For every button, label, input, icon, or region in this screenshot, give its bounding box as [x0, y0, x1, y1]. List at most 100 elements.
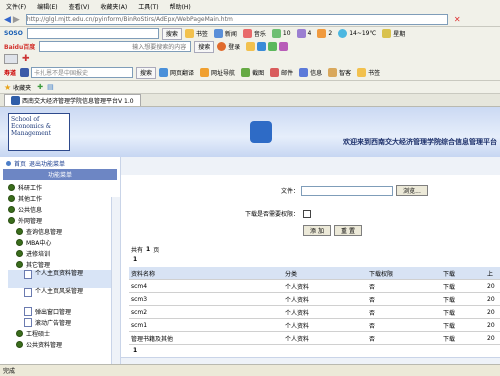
toolbar1-item[interactable]: 4	[296, 29, 311, 38]
upload-date: 20	[485, 279, 500, 293]
sidebar-item-popup[interactable]: 弹出窗口管理	[8, 306, 120, 317]
resource-name[interactable]: scm3	[129, 292, 283, 306]
toolbar1-item[interactable]: 新闻	[213, 29, 237, 38]
address-input[interactable]: http://glgl.mjtt.edu.cn/pyinform/BinRoSt…	[25, 14, 448, 25]
sidebar-item-training[interactable]: 进修培训	[8, 248, 120, 259]
download-link[interactable]: 下载	[441, 305, 485, 319]
feed-icon[interactable]: ▤	[47, 83, 54, 91]
chat-icon	[317, 29, 327, 38]
sidebar-item-profile-data[interactable]: 个人主页资料管理	[8, 270, 120, 288]
download-link[interactable]: 下载	[441, 331, 485, 345]
browse-button[interactable]: 浏览...	[396, 185, 428, 196]
favorites-button[interactable]: 收藏夹	[13, 83, 31, 92]
sidebar-item-external[interactable]: 外网管理	[8, 215, 120, 226]
sidebar-item-public-info[interactable]: 公共信息	[8, 204, 120, 215]
menu-file[interactable]: 文件(F)	[6, 2, 26, 11]
exit-menu-link[interactable]: 退出功能菜单	[29, 159, 65, 168]
login-item[interactable]: 登录	[217, 42, 240, 51]
resource-name[interactable]: scm1	[129, 318, 283, 332]
globe-icon[interactable]	[257, 42, 267, 51]
sidebar: 首页 退出功能菜单 功能菜单 科研工作 其他工作 公共信息 外网管理 查询信息管…	[0, 157, 121, 364]
sidebar-top-links: 首页 退出功能菜单	[0, 157, 120, 169]
favorites-star-icon[interactable]: ★	[4, 83, 11, 92]
app-icon[interactable]	[279, 42, 289, 51]
forward-icon[interactable]: ▶	[13, 15, 20, 25]
file-input[interactable]	[301, 185, 393, 196]
search-toolbar: 寿道 卡扎恩不是中国报史 搜索 网页翻译 网址导航 截图 邮件 信息 智客 书签	[0, 65, 500, 81]
menu-edit[interactable]: 编辑(E)	[37, 2, 57, 11]
search-engine-icon[interactable]	[20, 68, 30, 77]
toolbar1-item[interactable]: 10	[271, 29, 291, 38]
footer-page-number[interactable]: 1	[133, 347, 137, 354]
sidebar-item-query-info[interactable]: 查询信息管理	[8, 226, 120, 237]
resource-name[interactable]: scm2	[129, 305, 283, 319]
toolbar1-item[interactable]: 书签	[184, 29, 208, 38]
status-text: 完成	[3, 368, 16, 375]
resource-name[interactable]: scm4	[129, 279, 283, 293]
leaf-icon[interactable]	[268, 42, 278, 51]
upload-date: 20	[485, 292, 500, 306]
toolbar1-item[interactable]: 星期	[382, 29, 405, 38]
toolbar1-item[interactable]: 2	[317, 29, 332, 38]
sidebar-item-mba[interactable]: MBA中心	[8, 237, 120, 248]
document-icon	[24, 270, 32, 279]
weather-icon	[338, 29, 348, 38]
back-icon[interactable]: ◀	[4, 15, 11, 25]
sidebar-item-public-data[interactable]: 公共资料管理	[8, 339, 120, 350]
menu-favorites[interactable]: 收藏夹(A)	[100, 2, 127, 11]
info-item[interactable]: 信息	[299, 68, 322, 77]
sidebar-item-research[interactable]: 科研工作	[8, 182, 120, 193]
upload-date: 20	[485, 318, 500, 332]
sidebar-item-other-work[interactable]: 其他工作	[8, 193, 120, 204]
soso-search-input[interactable]	[26, 28, 159, 39]
translate-item[interactable]: 网页翻译	[159, 68, 194, 77]
tab-current[interactable]: 西南交大经济管理学院信息管理平台V 1.0	[4, 94, 141, 106]
folder-icon	[8, 217, 15, 224]
brand-label: 寿道	[4, 70, 17, 77]
bookmark-item[interactable]: 书签	[357, 68, 380, 77]
menu-tools[interactable]: 工具(T)	[138, 2, 158, 11]
reset-button[interactable]: 重 置	[334, 225, 362, 236]
download-link[interactable]: 下载	[441, 279, 485, 293]
page-icon	[11, 96, 20, 105]
sidebar-header-label: 功能菜单	[47, 172, 72, 179]
resource-name[interactable]: 管理书籍及其他	[129, 331, 283, 345]
plus-icon[interactable]: ✚	[22, 54, 30, 64]
add-button[interactable]: 添 加	[303, 225, 331, 236]
soso-toolbar: SOSO 搜索 书签 新闻 音乐 10 4 2 14~19℃ 星期	[0, 27, 500, 41]
toolbar1-item[interactable]: 音乐	[242, 29, 266, 38]
download-permission-checkbox[interactable]	[303, 209, 311, 218]
screenshot-item[interactable]: 截图	[241, 68, 264, 77]
sidebar-item-profile-style[interactable]: 个人主页风采管理	[8, 288, 120, 306]
stop-icon[interactable]: ✕	[454, 15, 461, 24]
favorites-bar: ★ 收藏夹 ✚ ▤	[0, 81, 500, 94]
download-link[interactable]: 下载	[441, 318, 485, 332]
star-icon[interactable]	[246, 42, 256, 51]
baidu-placeholder: 输入想要搜索的内容	[132, 44, 187, 51]
toolbar1-item[interactable]: 14~19℃	[338, 29, 376, 38]
resource-category: 个人资料	[283, 279, 367, 293]
search-input[interactable]: 卡扎恩不是中国报史	[31, 67, 134, 78]
home-link[interactable]: 首页	[14, 159, 26, 168]
download-link[interactable]: 下载	[441, 292, 485, 306]
sidebar-item-ads[interactable]: 滚动广告管理	[8, 317, 120, 328]
info-icon	[299, 68, 309, 77]
nav-item[interactable]: 网址导航	[200, 68, 235, 77]
sidebar-item-other-manage[interactable]: 其它管理	[8, 259, 120, 270]
zhike-item[interactable]: 智客	[328, 68, 351, 77]
soso-search-button[interactable]: 搜索	[161, 27, 182, 40]
baidu-search-input[interactable]: 输入想要搜索的内容	[39, 41, 192, 52]
blank-icon[interactable]	[4, 54, 18, 64]
mail-item[interactable]: 邮件	[270, 68, 293, 77]
add-favorite-icon[interactable]: ✚	[37, 83, 43, 91]
sidebar-scrollbar[interactable]	[111, 197, 120, 364]
form-buttons: 添 加 重 置	[303, 225, 362, 236]
menu-help[interactable]: 帮助(H)	[170, 2, 191, 11]
sidebar-header: 功能菜单	[3, 169, 117, 180]
search-button[interactable]: 搜索	[136, 66, 157, 79]
page-number[interactable]: 1	[133, 256, 137, 263]
table-row: scm3 个人资料 否 下载 20	[129, 292, 500, 306]
menu-view[interactable]: 查看(V)	[69, 2, 90, 11]
sidebar-item-engineering[interactable]: 工程硕士	[8, 328, 120, 339]
baidu-search-button[interactable]: 搜索	[194, 40, 215, 53]
